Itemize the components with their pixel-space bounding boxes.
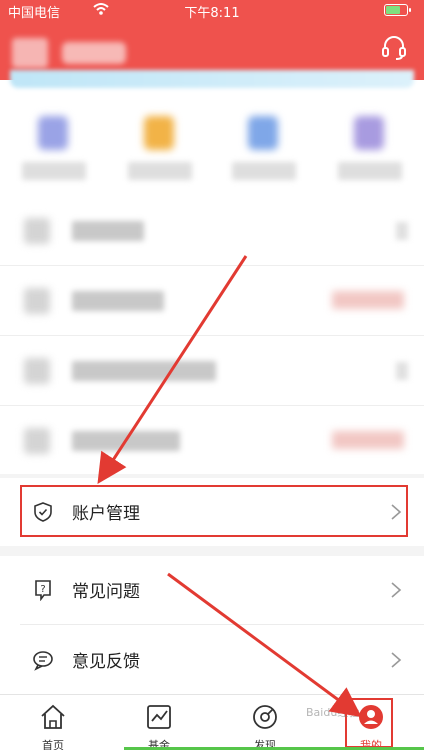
chevron-right-icon [391,652,402,668]
menu-item-feedback[interactable]: 意见反馈 [0,626,424,694]
quick-item[interactable] [120,110,200,190]
list-item[interactable] [0,336,424,406]
list-item[interactable] [0,406,424,476]
chat-icon [33,651,53,671]
quick-item[interactable] [330,110,410,190]
quick-item[interactable] [224,110,304,190]
chevron-right-icon [391,582,402,598]
avatar[interactable] [12,38,48,68]
asset-banner[interactable] [10,70,414,88]
annotation-box [20,485,408,537]
chart-icon [147,705,171,729]
quick-item[interactable] [14,110,94,190]
menu-item-faq[interactable]: ? 常见问题 [0,556,424,624]
tab-discover[interactable]: 发现 [212,695,318,750]
customer-service-icon[interactable] [380,34,408,62]
user-name [62,42,126,64]
discover-icon [253,705,277,729]
watermark: Baidu经验 [306,706,360,719]
list-item[interactable] [0,266,424,336]
faq-label: 常见问题 [72,582,140,602]
divider [20,624,424,625]
svg-text:?: ? [40,584,45,595]
question-icon: ? [35,580,51,601]
section-gap [0,546,424,556]
status-bar: 中国电信 下午8:11 [0,0,424,21]
quick-access-grid [0,110,424,200]
status-time: 下午8:11 [184,6,240,21]
feedback-label: 意见反馈 [72,652,140,672]
tab-fund[interactable]: 基金 [106,695,212,750]
tab-home[interactable]: 首页 [0,695,106,750]
battery-icon [384,4,411,16]
home-icon [41,704,65,729]
tab-home-label: 首页 [42,739,64,750]
list-item[interactable] [0,196,424,266]
